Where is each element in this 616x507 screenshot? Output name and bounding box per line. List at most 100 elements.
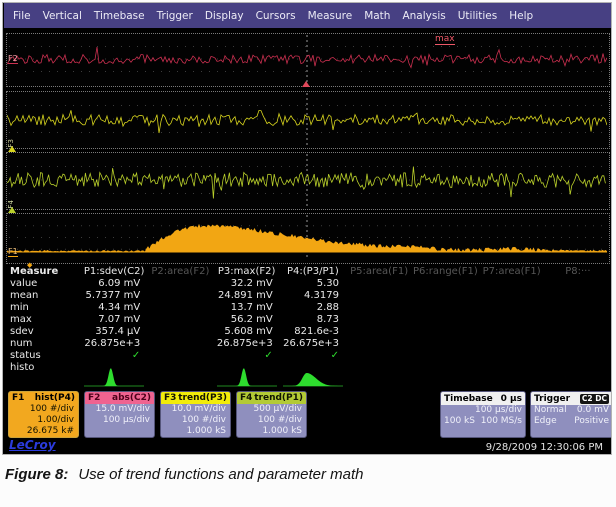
waveform-f4	[7, 153, 607, 207]
histo-cell-p3	[214, 362, 280, 389]
measure-value-p4-max: 8.73	[280, 314, 346, 326]
measure-value-p3-max: 56.2 mV	[214, 314, 280, 326]
measure-value-p1-min: 4.34 mV	[81, 302, 147, 314]
measure-value-p2-sdev	[147, 326, 213, 338]
measure-value-p5-mean	[346, 290, 412, 302]
measure-value-p7-max	[479, 314, 545, 326]
f1-marker-icon: ◆	[27, 261, 32, 269]
measure-value-p5-max	[346, 314, 412, 326]
menu-item-vertical[interactable]: Vertical	[43, 10, 82, 22]
f4-offset-marker-icon[interactable]	[8, 207, 16, 213]
descriptor-line-1: 10.0 mV/div	[161, 404, 230, 415]
menu-bar: File Vertical Timebase Trigger Display Cursor…	[4, 3, 611, 28]
waveform-grid-f3[interactable]: F3	[6, 91, 610, 149]
descriptor-box-f2[interactable]: F2abs(C2)15.0 mV/div100 µs/div	[84, 391, 155, 438]
measure-title: Measure	[7, 266, 81, 278]
measure-row-label-status: status	[7, 350, 81, 362]
status-check-p6	[412, 350, 478, 362]
histo-cell-p2	[147, 362, 213, 389]
measure-value-p8-sdev	[545, 326, 611, 338]
measure-value-p1-num: 26.875e+3	[81, 338, 147, 350]
timebase-offset: 0 µs	[501, 394, 522, 404]
descriptor-function: trend(P3)	[178, 392, 227, 404]
measure-value-p1-mean: 5.7377 mV	[81, 290, 147, 302]
histo-sparkline	[281, 365, 345, 389]
waveform-grid-f4[interactable]: F4	[6, 152, 610, 210]
measure-value-p1-max: 7.07 mV	[81, 314, 147, 326]
measure-value-p1-value: 6.09 mV	[81, 278, 147, 290]
measure-value-p6-value	[412, 278, 478, 290]
measure-value-p7-min	[479, 302, 545, 314]
measure-col-header-p5[interactable]: P5:area(F1)	[346, 266, 412, 278]
measure-col-header-p2[interactable]: P2:area(F2)	[147, 266, 213, 278]
trigger-box[interactable]: Trigger C2 DC Normal 0.0 mV Edge Positiv…	[530, 391, 612, 438]
menu-item-cursors[interactable]: Cursors	[256, 10, 296, 22]
waveform-grid-f1[interactable]: F1	[6, 213, 610, 264]
measure-value-p5-min	[346, 302, 412, 314]
measure-value-p3-num: 26.875e+3	[214, 338, 280, 350]
measure-table: MeasureP1:sdev(C2)P2:area(F2)P3:max(F2)P…	[7, 266, 611, 389]
measure-value-p8-mean	[545, 290, 611, 302]
figure-caption-label: Figure 8:	[5, 466, 68, 483]
descriptor-line-3: 1.000 kS	[237, 426, 306, 437]
measure-value-p6-max	[412, 314, 478, 326]
measure-value-p8-min	[545, 302, 611, 314]
trace-label-f2: F2	[8, 54, 18, 64]
descriptor-id: F3	[164, 392, 176, 404]
status-check-p4: ✓	[280, 350, 346, 362]
measure-value-p7-sdev	[479, 326, 545, 338]
measure-value-p4-mean: 4.3179	[280, 290, 346, 302]
menu-item-help[interactable]: Help	[509, 10, 533, 22]
measure-col-header-p7[interactable]: P7:area(F1)	[479, 266, 545, 278]
descriptor-line-2: 100 #/div	[237, 415, 306, 426]
trace-label-f1: F1	[8, 247, 18, 257]
status-check-p7	[479, 350, 545, 362]
f3-offset-marker-icon[interactable]	[8, 146, 16, 152]
trigger-source-badge: C2 DC	[580, 394, 609, 404]
menu-item-math[interactable]: Math	[364, 10, 390, 22]
menu-item-measure[interactable]: Measure	[308, 10, 353, 22]
lecroy-logo: LeCroy	[9, 438, 56, 452]
menu-item-trigger[interactable]: Trigger	[157, 10, 193, 22]
measure-row-label-min: min	[7, 302, 81, 314]
measure-value-p6-sdev	[412, 326, 478, 338]
waveform-f2	[7, 34, 607, 84]
menu-item-utilities[interactable]: Utilities	[458, 10, 498, 22]
measure-value-p3-sdev: 5.608 mV	[214, 326, 280, 338]
measure-value-p8-value	[545, 278, 611, 290]
waveform-grid-f2[interactable]: F2 max	[6, 33, 610, 87]
measure-col-header-p6[interactable]: P6:range(F1)	[412, 266, 478, 278]
menu-item-timebase[interactable]: Timebase	[94, 10, 145, 22]
descriptor-line-3	[85, 426, 154, 437]
trigger-label: Trigger	[534, 394, 570, 404]
measure-value-p4-num: 26.675e+3	[280, 338, 346, 350]
measure-value-p2-mean	[147, 290, 213, 302]
descriptor-box-f4[interactable]: F4trend(P1)500 µV/div100 #/div1.000 kS	[236, 391, 307, 438]
measure-col-header-p3[interactable]: P3:max(F2)	[214, 266, 280, 278]
measure-value-p8-num	[545, 338, 611, 350]
descriptor-line-2: 100 µs/div	[85, 415, 154, 426]
figure-caption-text: Use of trend functions and parameter mat…	[78, 466, 363, 483]
figure-caption: Figure 8: Use of trend functions and para…	[5, 466, 364, 483]
trigger-position-marker-icon[interactable]	[302, 81, 310, 87]
descriptor-box-f1[interactable]: F1hist(P4)100 #/div1.00/div26.675 k#	[8, 391, 79, 438]
descriptor-id: F1	[12, 392, 24, 404]
measure-value-p8-max	[545, 314, 611, 326]
descriptor-line-1: 500 µV/div	[237, 404, 306, 415]
measure-col-header-p8[interactable]: P8:···	[545, 266, 611, 278]
status-check-p3: ✓	[214, 350, 280, 362]
trigger-level: 0.0 mV	[577, 405, 609, 416]
descriptor-line-3: 26.675 k#	[9, 426, 78, 437]
measure-value-p7-mean	[479, 290, 545, 302]
timebase-samples: 100 kS	[444, 416, 475, 427]
measure-col-header-p1[interactable]: P1:sdev(C2)	[81, 266, 147, 278]
descriptor-box-f3[interactable]: F3trend(P3)10.0 mV/div100 #/div1.000 kS	[160, 391, 231, 438]
menu-item-display[interactable]: Display	[205, 10, 244, 22]
measure-value-p6-num	[412, 338, 478, 350]
timebase-rate: 100 MS/s	[481, 416, 522, 427]
measure-value-p5-sdev	[346, 326, 412, 338]
timebase-box[interactable]: Timebase 0 µs 100 µs/div 100 kS 100 MS/s	[440, 391, 526, 438]
menu-item-analysis[interactable]: Analysis	[402, 10, 445, 22]
menu-item-file[interactable]: File	[13, 10, 31, 22]
measure-col-header-p4[interactable]: P4:(P3/P1)	[280, 266, 346, 278]
